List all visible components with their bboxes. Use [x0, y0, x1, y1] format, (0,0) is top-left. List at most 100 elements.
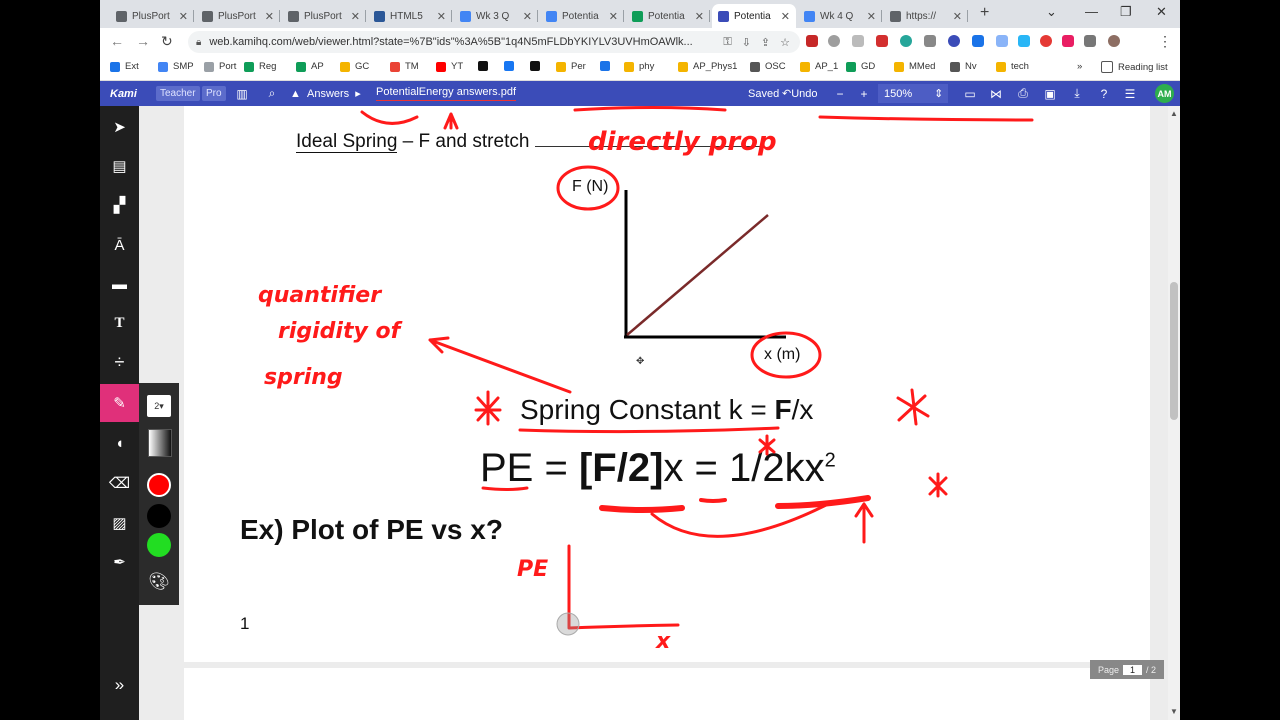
chrome-menu-icon[interactable]: ⋮: [1158, 33, 1172, 50]
close-tab-icon[interactable]: ✕: [351, 10, 360, 23]
minimize-button[interactable]: —: [1085, 4, 1098, 19]
share-icon[interactable]: ⇪: [761, 36, 770, 49]
comment-tool-icon[interactable]: ▬: [100, 265, 139, 303]
bookmark-item[interactable]: Per: [556, 61, 586, 72]
browser-tab[interactable]: PlusPort ✕: [110, 4, 194, 28]
extension-icon[interactable]: [900, 35, 912, 47]
extension-icon[interactable]: [996, 35, 1008, 47]
bookmark-item[interactable]: phy: [624, 61, 654, 72]
color-swatch-green[interactable]: [147, 533, 171, 557]
search-icon[interactable]: ⌕: [264, 81, 280, 106]
browser-tab[interactable]: HTML5 ✕: [368, 4, 452, 28]
restore-button[interactable]: ❐: [1120, 4, 1132, 20]
browser-tab[interactable]: PlusPort ✕: [282, 4, 366, 28]
download-icon[interactable]: ⤓: [1069, 81, 1085, 106]
forward-icon[interactable]: →: [136, 33, 150, 49]
close-tab-icon[interactable]: ✕: [867, 10, 876, 23]
key-icon[interactable]: ⚿: [723, 36, 731, 49]
close-tab-icon[interactable]: ✕: [781, 10, 790, 23]
bookmark-item[interactable]: OSC: [750, 61, 786, 72]
bookmark-item[interactable]: GD: [846, 61, 875, 72]
install-icon[interactable]: ⇩: [742, 36, 751, 49]
bookmark-item[interactable]: Reg: [244, 61, 276, 72]
drive-folder[interactable]: ▲ Answers ▸: [290, 81, 361, 106]
more-bookmarks-icon[interactable]: »: [1077, 61, 1082, 72]
image-tool-icon[interactable]: ▨: [100, 504, 139, 542]
tab-search-icon[interactable]: ⌄: [1046, 4, 1057, 20]
highlighter-tool-icon[interactable]: ▞: [100, 186, 139, 224]
eraser-tool-icon[interactable]: ⌫: [100, 464, 139, 502]
reload-icon[interactable]: ↻: [161, 33, 173, 50]
equation-tool-icon[interactable]: ÷: [100, 343, 139, 381]
bookmark-item[interactable]: MMed: [894, 61, 935, 72]
extensions-puzzle-icon[interactable]: [1084, 35, 1096, 47]
undo-button[interactable]: ↶ Undo: [782, 81, 818, 106]
profile-avatar[interactable]: [1108, 35, 1120, 47]
scrollbar-thumb[interactable]: [1170, 282, 1178, 420]
close-tab-icon[interactable]: ✕: [179, 10, 188, 23]
close-tab-icon[interactable]: ✕: [953, 10, 962, 23]
extension-icon[interactable]: [828, 35, 840, 47]
browser-tab[interactable]: Potentia ✕: [712, 4, 796, 28]
close-tab-icon[interactable]: ✕: [437, 10, 446, 23]
new-tab-button[interactable]: +: [980, 4, 989, 22]
extension-icon[interactable]: [1018, 35, 1030, 47]
star-icon[interactable]: ☆: [780, 36, 790, 49]
save-icon[interactable]: ▣: [1042, 81, 1058, 106]
user-avatar[interactable]: AM: [1155, 84, 1174, 103]
bookmark-item[interactable]: Nv: [950, 61, 977, 72]
bookmark-item[interactable]: AP_1: [800, 61, 838, 72]
zoom-in-icon[interactable]: +: [856, 81, 872, 106]
browser-tab[interactable]: PlusPort ✕: [196, 4, 280, 28]
expand-rail-icon[interactable]: »: [100, 666, 139, 704]
page-indicator[interactable]: Page 1 / 2: [1090, 660, 1164, 679]
close-tab-icon[interactable]: ✕: [695, 10, 704, 23]
shapes-tool-icon[interactable]: ◖: [100, 424, 139, 462]
drawing-tool-icon[interactable]: ✎: [100, 384, 139, 422]
bookmark-item[interactable]: [478, 61, 493, 71]
page-current[interactable]: 1: [1123, 664, 1143, 675]
help-icon[interactable]: ?: [1096, 81, 1112, 106]
bookmark-item[interactable]: tech: [996, 61, 1029, 72]
text-tool-icon[interactable]: T: [100, 304, 139, 342]
text-highlight-tool-icon[interactable]: Ā: [100, 226, 139, 264]
close-tab-icon[interactable]: ✕: [523, 10, 532, 23]
color-swatch-red[interactable]: [147, 473, 171, 497]
extension-icon[interactable]: [972, 35, 984, 47]
bookmark-item[interactable]: AP_Phys1: [678, 61, 737, 72]
select-tool-icon[interactable]: ➤: [100, 108, 139, 146]
address-bar[interactable]: 🔒︎ web.kamihq.com/web/viewer.html?state=…: [188, 31, 800, 53]
extension-icon[interactable]: [806, 35, 818, 47]
color-swatch-black[interactable]: [147, 504, 171, 528]
pen-size-select[interactable]: 2 ▾: [147, 395, 171, 417]
scroll-down-icon[interactable]: ▼: [1170, 707, 1178, 716]
extension-icon[interactable]: [924, 35, 936, 47]
bookmark-item[interactable]: TM: [390, 61, 419, 72]
browser-tab[interactable]: Potentia ✕: [540, 4, 624, 28]
file-name[interactable]: PotentialEnergy answers.pdf: [376, 85, 517, 101]
scroll-up-icon[interactable]: ▲: [1170, 109, 1178, 118]
bookmark-item[interactable]: AP: [296, 61, 324, 72]
pdf-page-1[interactable]: [184, 106, 1150, 662]
signature-tool-icon[interactable]: ✒: [100, 543, 139, 581]
sidebar-toggle-icon[interactable]: ▥: [234, 81, 250, 106]
dictionary-tool-icon[interactable]: ▤: [100, 147, 139, 185]
browser-tab[interactable]: Wk 4 Q ✕: [798, 4, 882, 28]
pen-extension-icon[interactable]: [876, 35, 888, 47]
zoom-select[interactable]: 150% ⇕: [878, 84, 948, 103]
browser-tab[interactable]: https:// ✕: [884, 4, 968, 28]
share-icon[interactable]: ⋈: [988, 81, 1004, 106]
print-icon[interactable]: ⎙: [1015, 81, 1031, 106]
reading-list[interactable]: Reading list: [1101, 61, 1168, 73]
open-folder-icon[interactable]: ▭: [962, 81, 978, 106]
bookmark-item[interactable]: [504, 61, 519, 71]
extension-icon[interactable]: [1040, 35, 1052, 47]
bookmark-item[interactable]: Port: [204, 61, 236, 72]
menu-icon[interactable]: ☰: [1122, 81, 1138, 106]
close-tab-icon[interactable]: ✕: [609, 10, 618, 23]
opacity-slider[interactable]: [148, 429, 172, 457]
bookmark-item[interactable]: [530, 61, 545, 71]
url-text[interactable]: web.kamihq.com/web/viewer.html?state=%7B…: [209, 36, 723, 48]
bookmark-item[interactable]: [600, 61, 615, 71]
close-window-button[interactable]: ✕: [1156, 4, 1167, 20]
